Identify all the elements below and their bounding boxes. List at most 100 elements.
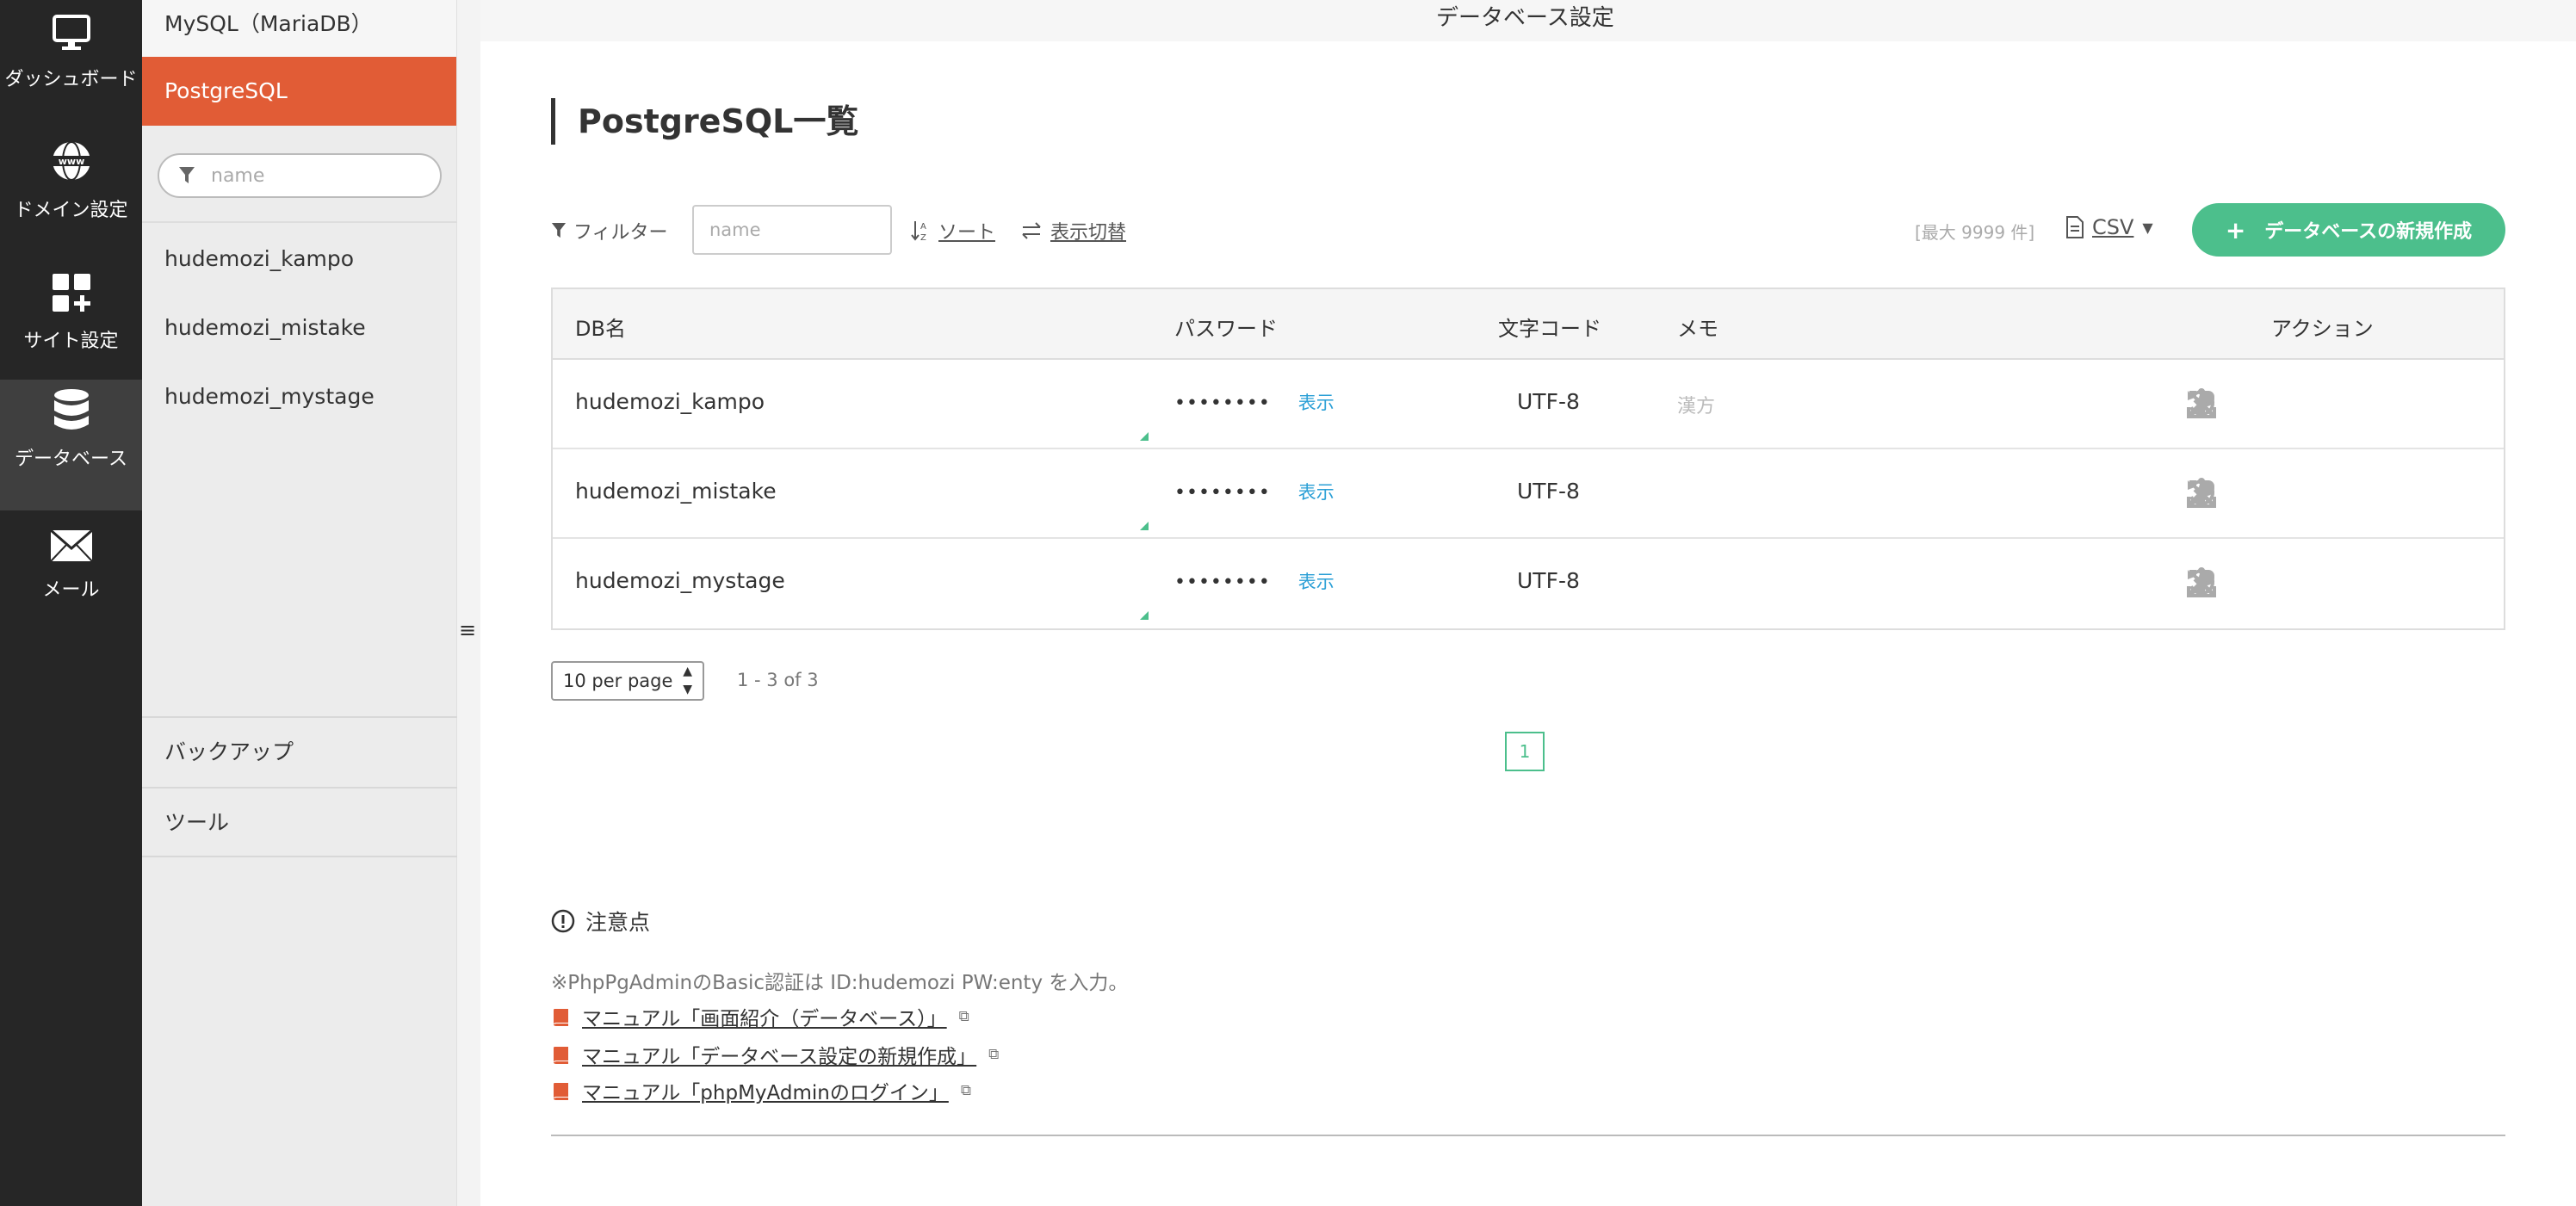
rail-label: データベース	[15, 448, 127, 470]
rail-item-database[interactable]: データベース	[0, 380, 142, 510]
page-title: PostgreSQL一覧	[551, 98, 858, 145]
page-button-current[interactable]: 1	[1505, 732, 1545, 771]
book-icon	[554, 1083, 568, 1100]
globe-www-icon: www	[50, 131, 93, 182]
external-link-icon: ⧉	[988, 1046, 1000, 1063]
notes-title: 注意点	[585, 910, 651, 935]
show-password-link[interactable]: 表示	[1298, 572, 1334, 592]
plus-icon: +	[2225, 215, 2246, 244]
sidebar-db-item[interactable]: hudemozi_kampo	[164, 246, 354, 271]
delete-icon[interactable]	[2183, 565, 2220, 601]
filter-label: フィルター	[551, 217, 668, 244]
main-panel: PostgreSQL一覧 フィルター AZ ソート 表示切替 [最大 9999 …	[480, 41, 2576, 1206]
divider	[551, 1135, 2505, 1136]
swap-icon	[1022, 222, 1041, 239]
svg-text:A: A	[920, 222, 926, 232]
sort-icon: AZ	[911, 221, 926, 242]
csv-label: CSV	[2092, 215, 2134, 239]
sidebar-resize-handle[interactable]: ≡	[459, 618, 476, 642]
envelope-icon	[49, 510, 93, 562]
document-icon	[2066, 216, 2084, 238]
encoding: UTF-8	[1517, 568, 1580, 593]
manual-link[interactable]: マニュアル「phpMyAdminのログイン」 ⧉	[551, 1076, 971, 1105]
db-name: hudemozi_mistake	[575, 479, 777, 504]
filter-input[interactable]	[692, 205, 892, 255]
database-table: DB名 パスワード 文字コード メモ アクション hudemozi_kampo …	[551, 288, 2505, 630]
manual-link-text: マニュアル「画面紹介（データベース）」	[582, 1008, 947, 1030]
delete-icon[interactable]	[2183, 386, 2220, 422]
password-mask: ••••••••	[1174, 393, 1271, 414]
manual-link[interactable]: マニュアル「画面紹介（データベース）」 ⧉	[551, 1002, 969, 1031]
memo: 漢方	[1677, 396, 1716, 417]
edit-corner-marker	[1140, 611, 1149, 620]
note-text: ※PhpPgAdminのBasic認証は ID:hudemozi PW:enty…	[551, 972, 1129, 994]
filter-label-text: フィルター	[573, 222, 668, 244]
filter-icon	[551, 223, 567, 238]
sort-button[interactable]: AZ ソート	[911, 217, 995, 244]
create-database-label: データベースの新規作成	[2264, 221, 2473, 243]
grid-plus-icon	[51, 262, 92, 313]
csv-dropdown[interactable]: CSV ▼	[2066, 215, 2153, 239]
table-row: hudemozi_mystage •••••••• 表示 UTF-8	[553, 539, 2504, 628]
view-toggle-button[interactable]: 表示切替	[1021, 217, 1126, 244]
password-cell: •••••••• 表示	[1174, 389, 1334, 415]
external-link-icon: ⧉	[960, 1082, 971, 1099]
book-icon	[554, 1047, 568, 1064]
encoding: UTF-8	[1517, 389, 1580, 414]
external-link-icon: ⧉	[958, 1008, 969, 1025]
book-icon	[554, 1009, 568, 1026]
table-row: hudemozi_mistake •••••••• 表示 UTF-8	[553, 449, 2504, 539]
db-name: hudemozi_mystage	[575, 568, 785, 593]
database-icon	[53, 380, 90, 431]
sidebar-db-item[interactable]: hudemozi_mystage	[164, 384, 375, 409]
show-password-link[interactable]: 表示	[1298, 482, 1334, 503]
rail-item-mail[interactable]: メール	[0, 510, 142, 641]
sidebar-filter-input[interactable]	[211, 164, 418, 187]
rail-item-site[interactable]: サイト設定	[0, 262, 142, 393]
manual-link[interactable]: マニュアル「データベース設定の新規作成」 ⧉	[551, 1040, 999, 1069]
sidebar-item-mysql[interactable]: MySQL（MariaDB）	[142, 0, 456, 57]
result-range: 1 - 3 of 3	[737, 670, 819, 690]
list-toolbar: フィルター AZ ソート 表示切替 [最大 9999 件] CSV ▼ + デー…	[551, 203, 2505, 257]
monitor-icon	[52, 0, 91, 52]
sort-label: ソート	[938, 222, 996, 244]
show-password-link[interactable]: 表示	[1298, 393, 1334, 413]
col-header-encoding[interactable]: 文字コード	[1498, 312, 1601, 342]
view-toggle-label: 表示切替	[1050, 222, 1127, 244]
delete-icon[interactable]	[2183, 475, 2220, 511]
filter-icon	[179, 167, 195, 183]
encoding: UTF-8	[1517, 479, 1580, 504]
password-cell: •••••••• 表示	[1174, 568, 1334, 594]
db-name: hudemozi_kampo	[575, 389, 765, 414]
rail-label: サイト設定	[23, 331, 119, 352]
manual-link-text: マニュアル「phpMyAdminのログイン」	[582, 1082, 949, 1104]
edit-corner-marker	[1140, 432, 1149, 441]
rail-item-domain[interactable]: www ドメイン設定	[0, 131, 142, 262]
password-cell: •••••••• 表示	[1174, 479, 1334, 504]
rail-label: ドメイン設定	[14, 200, 128, 221]
header-bar: データベース設定	[480, 0, 2576, 41]
sidebar-item-tools[interactable]: ツール	[142, 787, 457, 857]
create-database-button[interactable]: + データベースの新規作成	[2192, 203, 2505, 257]
notes-heading: 注意点	[551, 906, 650, 937]
table-header: DB名 パスワード 文字コード メモ アクション	[553, 289, 2504, 360]
sidebar-filter	[158, 153, 442, 198]
caret-down-icon: ▼	[2142, 219, 2153, 236]
svg-text:www: www	[58, 156, 84, 167]
col-header-name[interactable]: DB名	[575, 312, 626, 342]
password-mask: ••••••••	[1174, 482, 1271, 504]
col-header-password[interactable]: パスワード	[1174, 312, 1278, 342]
header-title: データベース設定	[1436, 5, 1614, 31]
updown-icon: ▲ ▼	[683, 665, 692, 696]
rail-label: ダッシュボード	[4, 69, 138, 90]
manual-link-text: マニュアル「データベース設定の新規作成」	[582, 1046, 977, 1068]
rail-item-dashboard[interactable]: ダッシュボード	[0, 0, 142, 131]
col-header-action: アクション	[2271, 317, 2374, 341]
sidebar-db-item[interactable]: hudemozi_mistake	[164, 315, 366, 340]
per-page-select[interactable]: 10 per page ▲ ▼	[551, 661, 704, 701]
divider	[142, 221, 457, 223]
sidebar-item-backup[interactable]: バックアップ	[142, 716, 457, 787]
icon-rail: ダッシュボード www ドメイン設定 サイト設定 データベース メール	[0, 0, 142, 1206]
col-header-memo[interactable]: メモ	[1677, 312, 1718, 342]
sidebar-item-postgresql[interactable]: PostgreSQL	[142, 57, 456, 126]
